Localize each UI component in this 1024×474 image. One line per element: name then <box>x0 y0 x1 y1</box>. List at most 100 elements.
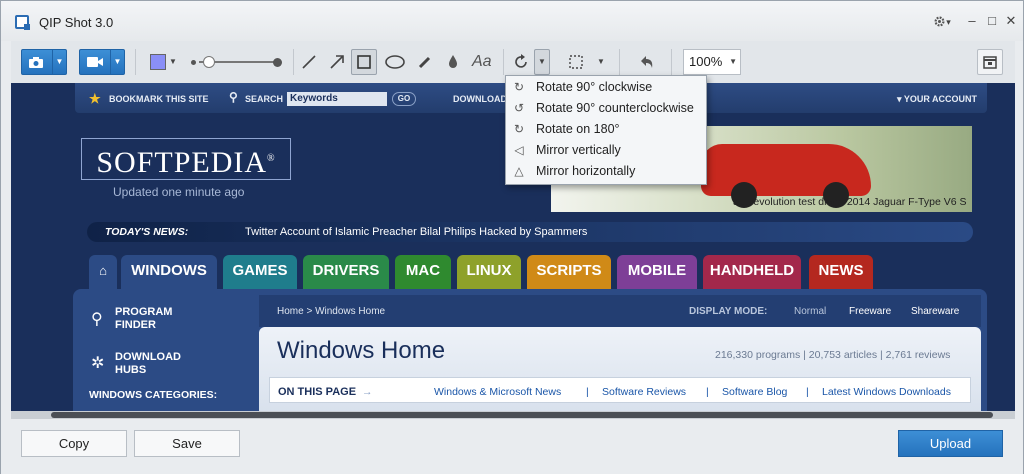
mode-shareware[interactable]: Shareware <box>911 306 959 317</box>
menu-item-mirror-horizontal[interactable]: △ Mirror horizontally <box>506 161 706 182</box>
rotate-button[interactable] <box>507 49 533 75</box>
tab-news[interactable]: NEWS <box>809 255 873 289</box>
download-hubs-link[interactable]: DOWNLOAD HUBS <box>115 351 185 377</box>
program-finder-label: PROGRAM FINDER <box>115 306 173 331</box>
chevron-down-icon[interactable]: ▼ <box>110 50 124 74</box>
rectangle-tool[interactable] <box>351 49 377 75</box>
on-this-page-bar: ON THIS PAGE → Windows & Microsoft News … <box>269 377 971 403</box>
line-tool[interactable] <box>295 49 321 75</box>
news-label: TODAY'S NEWS: <box>105 226 189 238</box>
hub-icon: ✲ <box>91 355 105 372</box>
rectangle-icon <box>357 55 371 69</box>
chevron-down-icon[interactable]: ▼ <box>594 50 608 74</box>
screenshot-button[interactable]: ▼ <box>21 49 67 75</box>
softpedia-logo[interactable]: SOFTPEDIA® <box>81 138 291 180</box>
menu-item-rotate-ccw[interactable]: ↺ Rotate 90° counterclockwise <box>506 98 706 119</box>
ellipse-tool[interactable] <box>379 49 409 75</box>
slider-max-dot <box>273 58 282 67</box>
account-link[interactable]: ▾ YOUR ACCOUNT <box>897 94 977 105</box>
arrow-tool[interactable] <box>323 49 349 75</box>
rotate-icon <box>515 54 527 68</box>
otp-separator: | <box>806 386 809 398</box>
tab-mac[interactable]: MAC <box>395 255 451 289</box>
calendar-icon <box>983 56 997 69</box>
tab-drivers[interactable]: DRIVERS <box>303 255 389 289</box>
breadcrumb-bar: Home > Windows Home DISPLAY MODE: Normal… <box>259 295 981 327</box>
mode-normal[interactable]: Normal <box>794 306 826 317</box>
menu-item-label: Rotate on 180° <box>536 122 620 136</box>
bottom-bar: Copy Save Upload <box>1 419 1023 474</box>
rotate-menu: ↻ Rotate 90° clockwise ↺ Rotate 90° counte… <box>505 75 707 185</box>
otp-link-reviews[interactable]: Software Reviews <box>602 386 686 398</box>
minimize-button[interactable]: – <box>963 11 981 31</box>
otp-separator: | <box>706 386 709 398</box>
selection-tool[interactable]: ▼ <box>563 49 609 75</box>
line-icon <box>302 55 316 69</box>
text-icon: Aa <box>472 53 492 70</box>
tab-windows[interactable]: WINDOWS <box>121 255 217 289</box>
blur-tool[interactable] <box>439 49 465 75</box>
tab-mobile[interactable]: MOBILE <box>617 255 697 289</box>
otp-link-blog[interactable]: Software Blog <box>722 386 787 398</box>
separator <box>135 49 136 75</box>
mirror-horizontal-icon: △ <box>514 164 524 178</box>
calendar-button[interactable] <box>977 49 1003 75</box>
upload-button[interactable]: Upload <box>898 430 1003 457</box>
program-finder-link[interactable]: PROGRAM FINDER <box>115 306 185 332</box>
text-tool[interactable]: Aa <box>467 49 495 75</box>
zoom-select[interactable]: 100% ▼ <box>683 49 741 75</box>
copy-button[interactable]: Copy <box>21 430 127 457</box>
chevron-down-icon: ▾ <box>946 17 951 27</box>
selection-icon <box>569 55 583 69</box>
downloads-link[interactable]: DOWNLOADS <box>453 94 513 104</box>
tab-home[interactable]: ⌂ <box>89 255 117 289</box>
close-button[interactable]: ✕ <box>1002 11 1020 31</box>
app-icon <box>15 15 30 30</box>
pencil-tool[interactable] <box>411 49 437 75</box>
rotate-dropdown-button[interactable]: ▼ <box>534 49 550 75</box>
tab-linux[interactable]: LINUX <box>457 255 521 289</box>
display-mode-label: DISPLAY MODE: <box>689 306 768 317</box>
on-this-page-label: ON THIS PAGE <box>278 386 357 398</box>
search-label: SEARCH <box>245 94 284 104</box>
undo-button[interactable] <box>631 49 659 75</box>
save-button[interactable]: Save <box>134 430 240 457</box>
menu-item-mirror-vertical[interactable]: ◁ Mirror vertically <box>506 140 706 161</box>
download-hubs-label: DOWNLOAD HUBS <box>115 351 181 376</box>
tab-scripts[interactable]: SCRIPTS <box>527 255 611 289</box>
chevron-down-icon: ▼ <box>169 57 177 66</box>
breadcrumb[interactable]: Home > Windows Home <box>277 306 385 317</box>
updated-text: Updated one minute ago <box>113 185 245 199</box>
banner-caption[interactable]: autoevolution test drive: 2014 Jaguar F-… <box>733 196 966 208</box>
tab-games[interactable]: GAMES <box>223 255 297 289</box>
rotate-180-icon: ↻ <box>513 122 525 136</box>
arrow-icon <box>330 55 344 69</box>
tab-handheld[interactable]: HANDHELD <box>703 255 801 289</box>
chevron-down-icon: ▼ <box>729 57 737 66</box>
video-button[interactable]: ▼ <box>79 49 125 75</box>
horizontal-scrollbar[interactable] <box>11 411 1015 419</box>
color-swatch <box>150 54 166 70</box>
maximize-button[interactable]: □ <box>983 11 1001 31</box>
chevron-down-icon[interactable]: ▼ <box>52 50 66 74</box>
thickness-slider[interactable] <box>191 55 283 69</box>
car-image <box>701 144 871 208</box>
scrollbar-thumb[interactable] <box>51 412 993 418</box>
star-icon: ★ <box>89 91 101 106</box>
mode-freeware[interactable]: Freeware <box>849 306 891 317</box>
slider-handle[interactable] <box>203 56 215 68</box>
otp-link-news[interactable]: Windows & Microsoft News <box>434 386 561 398</box>
logo-registered-mark: ® <box>267 153 276 164</box>
undo-icon <box>641 56 653 68</box>
search-input[interactable]: Keywords <box>287 92 387 106</box>
news-headline[interactable]: Twitter Account of Islamic Preacher Bila… <box>245 226 587 238</box>
color-picker[interactable]: ▼ <box>145 49 181 75</box>
menu-item-rotate-180[interactable]: ↻ Rotate on 180° <box>506 119 706 140</box>
settings-button[interactable]: ▾ <box>929 11 955 31</box>
magnifier-icon: ⚲ <box>91 311 103 328</box>
bookmark-link[interactable]: BOOKMARK THIS SITE <box>109 94 209 104</box>
otp-link-downloads[interactable]: Latest Windows Downloads <box>822 386 951 398</box>
drop-icon <box>449 55 457 68</box>
menu-item-rotate-cw[interactable]: ↻ Rotate 90° clockwise <box>506 77 706 98</box>
go-button[interactable]: GO <box>392 92 416 106</box>
